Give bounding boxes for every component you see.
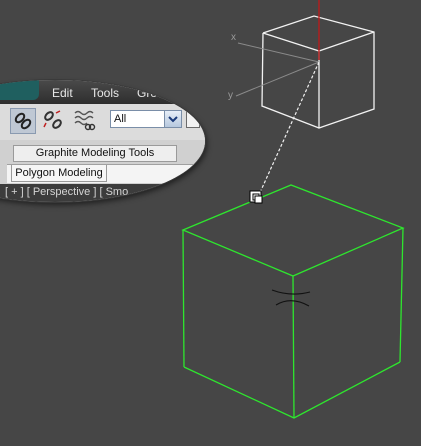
menu-group[interactable]: Gro [137, 86, 157, 100]
ribbon-panel-bar: Polygon Modeling [7, 164, 205, 183]
link-icon[interactable] [10, 108, 36, 134]
menu-edit[interactable]: Edit [52, 86, 73, 100]
bind-to-space-warp-icon[interactable] [72, 108, 98, 134]
unlink-icon[interactable] [41, 108, 67, 134]
menu-bar: Edit Tools Gro [0, 80, 205, 104]
x-axis-label: x [231, 32, 236, 43]
selection-filter-dropdown[interactable]: All [110, 110, 182, 128]
viewport-canvas[interactable]: x y [0, 0, 421, 446]
selected-box[interactable] [181, 184, 405, 419]
viewport-label-bar: [ + ] [ Perspective ] [ Smo [0, 184, 205, 202]
selection-filter-value: All [114, 113, 127, 125]
chevron-down-icon[interactable] [164, 111, 181, 127]
app-logo [0, 80, 39, 100]
tab-graphite-modeling-tools[interactable]: Graphite Modeling Tools [13, 145, 177, 162]
y-axis-label: y [228, 90, 233, 101]
viewport[interactable]: x y Edit Tools Gro All Graphite Modeling… [0, 0, 421, 446]
select-object-button[interactable] [186, 110, 200, 128]
target-box[interactable] [261, 15, 375, 129]
ribbon: Graphite Modeling Tools Polygon Modeling [0, 140, 205, 184]
tab-polygon-modeling[interactable]: Polygon Modeling [11, 165, 107, 182]
main-toolbar: All [0, 104, 205, 141]
menu-tools[interactable]: Tools [91, 86, 119, 100]
link-rubber-band-line [257, 61, 320, 198]
viewport-label-menu[interactable]: [ + ] [ Perspective ] [ Smo [5, 186, 128, 198]
magnified-ui-callout: Edit Tools Gro All Graphite Modeling Too… [0, 80, 205, 202]
pivot-cross-mark [271, 289, 311, 307]
x-axis-line [237, 42, 320, 63]
link-cursor-icon [249, 190, 263, 204]
